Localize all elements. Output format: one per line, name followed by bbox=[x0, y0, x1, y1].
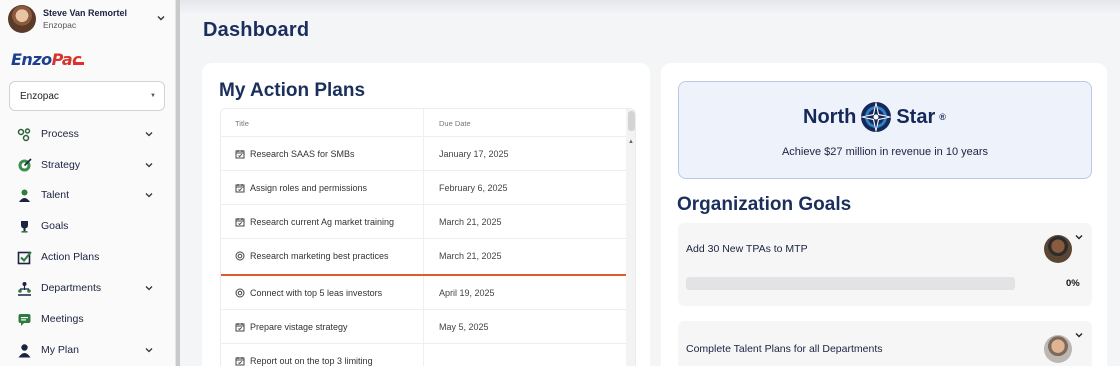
chat-icon bbox=[16, 311, 32, 327]
action-plans-title: My Action Plans bbox=[219, 80, 366, 101]
table-row[interactable]: Research SAAS for SMBs January 17, 2025 bbox=[221, 137, 626, 171]
table-row[interactable]: Connect with top 5 leas investors April … bbox=[221, 276, 626, 310]
north-star-logo: North Star ® bbox=[803, 100, 946, 134]
chevron-down-icon bbox=[145, 286, 153, 291]
sidebar-item-my-plan[interactable]: My Plan bbox=[16, 339, 158, 361]
table-row[interactable]: Prepare vistage strategy May 5, 2025 bbox=[221, 310, 626, 344]
sidebar-item-meetings[interactable]: Meetings bbox=[16, 308, 158, 330]
organization-select[interactable]: Enzopac ▼ bbox=[9, 81, 165, 111]
chevron-down-icon[interactable] bbox=[1074, 232, 1084, 242]
goal-item[interactable]: Add 30 New TPAs to MTP 0% bbox=[678, 223, 1092, 306]
avatar bbox=[8, 5, 36, 33]
sidebar-item-action-plans[interactable]: Action Plans bbox=[16, 246, 158, 268]
process-icon bbox=[16, 126, 32, 142]
departments-icon bbox=[16, 280, 32, 296]
calendar-icon bbox=[235, 149, 245, 159]
row-title: Report out on the top 3 limiting bbox=[250, 356, 373, 366]
target-icon bbox=[235, 251, 245, 261]
sidebar-item-departments[interactable]: Departments bbox=[16, 277, 158, 299]
chevron-down-icon bbox=[145, 348, 153, 353]
checkbox-icon bbox=[16, 249, 32, 265]
row-title: Research current Ag market training bbox=[250, 217, 395, 227]
chevron-down-icon bbox=[145, 193, 153, 198]
goal-label: Add 30 New TPAs to MTP bbox=[686, 243, 808, 255]
goal-progress-bar bbox=[686, 277, 1015, 290]
row-due-date: March 21, 2025 bbox=[439, 217, 502, 227]
page-title: Dashboard bbox=[203, 19, 310, 41]
calendar-icon bbox=[235, 322, 245, 332]
sidebar-scrollbar[interactable] bbox=[176, 0, 180, 366]
row-due-date: May 5, 2025 bbox=[439, 322, 489, 332]
action-plans-table: Title Due Date Research SAAS for SMBs Ja… bbox=[220, 108, 636, 366]
chevron-down-icon bbox=[145, 163, 153, 168]
compass-icon bbox=[859, 100, 893, 134]
row-due-date: January 17, 2025 bbox=[439, 149, 509, 159]
talent-icon bbox=[16, 187, 32, 203]
enzopac-logo: EnzoPac bbox=[11, 50, 84, 69]
organization-goals-title: Organization Goals bbox=[677, 194, 852, 215]
table-header: Title Due Date bbox=[221, 109, 635, 137]
goal-progress-percent: 0% bbox=[1066, 278, 1080, 289]
target-icon bbox=[235, 288, 245, 298]
table-row[interactable]: Assign roles and permissions February 6,… bbox=[221, 171, 626, 205]
table-scrollbar[interactable]: ▲ bbox=[626, 109, 635, 366]
chevron-down-icon[interactable] bbox=[156, 13, 166, 23]
strategy-icon bbox=[16, 157, 32, 173]
table-row[interactable]: Report out on the top 3 limiting bbox=[221, 344, 626, 366]
table-row[interactable]: Research current Ag market training Marc… bbox=[221, 205, 626, 239]
column-header-title[interactable]: Title bbox=[235, 119, 249, 128]
row-due-date: March 21, 2025 bbox=[439, 251, 502, 261]
row-title: Connect with top 5 leas investors bbox=[250, 288, 383, 298]
calendar-icon bbox=[235, 356, 245, 366]
sidebar-item-goals[interactable]: Goals bbox=[16, 215, 158, 237]
north-star-statement: Achieve $27 million in revenue in 10 yea… bbox=[781, 146, 989, 158]
user-name: Steve Van Remortel bbox=[43, 8, 128, 18]
row-due-date: April 19, 2025 bbox=[439, 288, 495, 298]
sidebar-item-strategy[interactable]: Strategy bbox=[16, 154, 158, 176]
person-icon bbox=[16, 342, 32, 358]
scroll-thumb[interactable] bbox=[628, 111, 635, 131]
goal-label: Complete Talent Plans for all Department… bbox=[686, 343, 883, 355]
sidebar-item-process[interactable]: Process bbox=[16, 123, 158, 145]
table-row[interactable]: Research marketing best practices March … bbox=[221, 239, 626, 273]
chevron-down-icon bbox=[145, 132, 153, 137]
user-org: Enzopac bbox=[43, 20, 77, 30]
sidebar: Steve Van Remortel Enzopac EnzoPac Enzop… bbox=[0, 0, 176, 366]
calendar-icon bbox=[235, 183, 245, 193]
row-title: Research marketing best practices bbox=[250, 251, 389, 261]
trophy-icon bbox=[16, 218, 32, 234]
row-due-date: February 6, 2025 bbox=[439, 183, 508, 193]
chevron-down-icon[interactable] bbox=[1074, 330, 1084, 340]
calendar-icon bbox=[235, 217, 245, 227]
scroll-up-icon[interactable]: ▲ bbox=[628, 139, 634, 145]
user-menu[interactable]: Steve Van Remortel Enzopac bbox=[8, 4, 172, 34]
avatar bbox=[1044, 335, 1072, 363]
registered-mark: ® bbox=[939, 112, 946, 122]
row-title: Assign roles and permissions bbox=[250, 183, 368, 193]
column-header-due-date[interactable]: Due Date bbox=[439, 119, 471, 128]
sidebar-item-talent[interactable]: Talent bbox=[16, 184, 158, 206]
top-shadow bbox=[180, 0, 1120, 14]
goal-item[interactable]: Complete Talent Plans for all Department… bbox=[678, 321, 1092, 366]
row-title: Prepare vistage strategy bbox=[250, 322, 348, 332]
dropdown-arrow-icon: ▼ bbox=[150, 93, 156, 99]
row-title: Research SAAS for SMBs bbox=[250, 149, 355, 159]
avatar bbox=[1044, 235, 1072, 263]
